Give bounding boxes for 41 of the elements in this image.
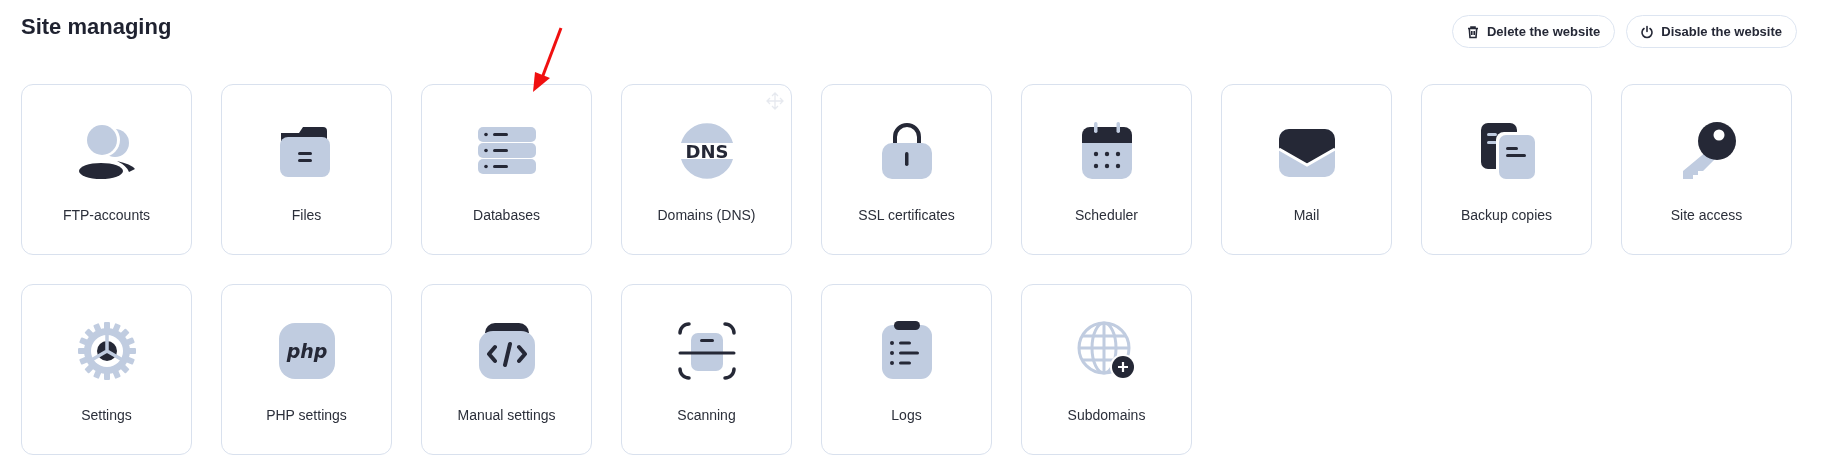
tile-label: Databases: [473, 207, 540, 223]
tile-card[interactable]: SSL certificates: [821, 84, 992, 255]
tile-label: Manual settings: [457, 407, 556, 423]
tile-label: Scanning: [677, 407, 736, 423]
tile-card[interactable]: Databases: [421, 84, 592, 255]
tile-card[interactable]: Scanning: [621, 284, 792, 455]
tile-card[interactable]: Backup copies: [1421, 84, 1592, 255]
tile-card[interactable]: php PHP settings: [221, 284, 392, 455]
disable-website-button[interactable]: Disable the website: [1626, 15, 1797, 48]
tile-card[interactable]: Files: [221, 84, 392, 255]
tile-label: Logs: [891, 407, 922, 423]
tile-label: Scheduler: [1074, 207, 1138, 223]
php-icon: php: [276, 321, 337, 381]
tile-label: Domains (DNS): [657, 207, 756, 223]
tile-card[interactable]: DNS Domains (DNS): [621, 84, 792, 255]
tile-label: Settings: [81, 407, 132, 423]
tile-card[interactable]: Subdomains: [1021, 284, 1192, 455]
delete-website-button[interactable]: Delete the website: [1451, 15, 1616, 48]
tile-label: SSL certificates: [858, 207, 955, 223]
tile-label: Backup copies: [1460, 207, 1553, 223]
page-title: Site managing: [21, 14, 172, 40]
tile-card[interactable]: FTP-accounts: [21, 84, 192, 255]
tile-card[interactable]: Logs: [821, 284, 992, 455]
tile-label: FTP-accounts: [62, 207, 151, 223]
gear-icon: [76, 321, 137, 381]
tile-card[interactable]: Mail: [1221, 84, 1392, 255]
power-icon: [1640, 24, 1655, 39]
tile-label: Mail: [1293, 207, 1320, 223]
tile-label: Files: [291, 207, 322, 223]
tile-label: Subdomains: [1067, 407, 1146, 423]
tile-card[interactable]: Site access: [1621, 84, 1792, 255]
code-icon: [476, 321, 537, 381]
tile-card[interactable]: Scheduler: [1021, 84, 1192, 255]
move-handle-icon[interactable]: [765, 91, 785, 111]
scan-icon: [676, 321, 737, 381]
tile-card[interactable]: Manual settings: [421, 284, 592, 455]
tile-card[interactable]: Settings: [21, 284, 192, 455]
tile-label: Site access: [1670, 207, 1743, 223]
globe-icon: [1076, 321, 1137, 381]
trash-icon: [1465, 24, 1480, 39]
tile-label: PHP settings: [266, 407, 347, 423]
